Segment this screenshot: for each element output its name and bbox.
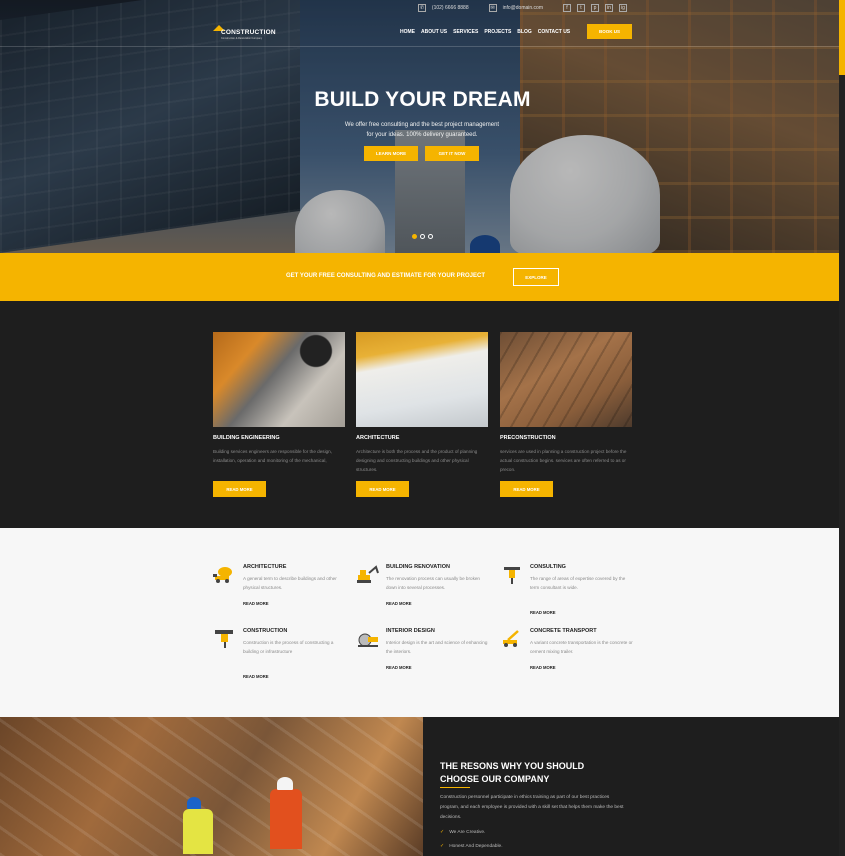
read-more-link[interactable]: READ MORE [386,665,412,670]
feature-text: The renovation process can usually be br… [386,576,480,591]
scrollbar-thumb[interactable] [839,0,845,75]
service-text: Building services engineers are responsi… [213,449,332,463]
service-card-building-engineering: BUILDING ENGINEERING Building services e… [213,332,345,497]
hero-buttons: LEARN MORE GET IT NOW [364,146,479,161]
hero-title: BUILD YOUR DREAM [314,88,531,111]
service-text: Architecture is both the process and the… [356,449,478,472]
feature-title: CONCRETE TRANSPORT [530,628,597,634]
title-underline [440,787,470,788]
feature-title: CONSULTING [530,564,566,570]
service-card-architecture: ARCHITECTURE Architecture is both the pr… [356,332,488,497]
check-icon: ✓ [440,843,445,849]
phone-icon: ✆ [417,4,426,12]
service-image-engineering [213,332,345,427]
read-more-link[interactable]: READ MORE [386,601,412,606]
reason-item: ✓ Honest And Dependable. [440,843,503,849]
worker-vest-orange [270,789,302,849]
logo-text: CONSTRUCTION [221,29,276,36]
nav-blog[interactable]: BLOG [517,29,531,35]
slider-dot-1[interactable] [412,234,417,239]
facebook-icon[interactable]: f [563,4,571,12]
service-title: BUILDING ENGINEERING [213,435,280,441]
service-image-preconstruction [500,332,632,427]
linkedin-icon[interactable]: in [605,4,613,12]
feature-text: Construction is the process of construct… [243,640,334,655]
service-text: services are used in planning a construc… [500,449,627,472]
read-more-link[interactable]: READ MORE [243,674,269,679]
email-link[interactable]: info@domain.com [503,5,543,11]
service-title: ARCHITECTURE [356,435,400,441]
services-section: BUILDING ENGINEERING Building services e… [0,301,839,528]
hero-slider: ✆ (102) 6666 8888 ✉ info@domain.com f t … [0,0,839,253]
nav-about[interactable]: ABOUT US [421,29,447,35]
check-icon: ✓ [440,829,445,835]
excavator-icon [357,565,379,583]
mail-icon: ✉ [488,4,497,12]
phone-number: (102) 6666 8888 [431,5,469,11]
reasons-text: Construction personnel participate in et… [440,795,624,820]
page-scrollbar[interactable] [839,0,845,856]
reasons-section: THE RESONS WHY YOU SHOULD CHOOSE OUR COM… [0,717,839,856]
top-contact-bar: ✆ (102) 6666 8888 ✉ info@domain.com f t … [417,4,627,12]
crane-truck-icon [503,630,519,647]
drill-icon [215,630,233,648]
feature-text: Interior design is the art and science o… [386,640,488,655]
slider-dot-3[interactable] [428,234,433,239]
service-card-preconstruction: PRECONSTRUCTION services are used in pla… [500,332,632,497]
service-title: PRECONSTRUCTION [500,435,556,441]
learn-more-button[interactable]: LEARN MORE [364,146,418,161]
feature-text: A variant concrete transportation is the… [530,640,633,655]
read-more-link[interactable]: READ MORE [530,665,556,670]
hero-subtitle: We offer free consulting and the best pr… [344,122,500,138]
service-image-architecture [356,332,488,427]
concrete-mixer-icon [213,567,232,583]
feature-title: BUILDING RENOVATION [386,564,450,570]
slider-dots [412,234,433,239]
reasons-title: THE RESONS WHY YOU SHOULD CHOOSE OUR COM… [440,761,585,784]
features-section: ARCHITECTURE A general term to describe … [0,528,839,717]
nav-services[interactable]: SERVICES [453,29,478,35]
cta-text: GET YOUR FREE CONSULTING AND ESTIMATE FO… [286,273,486,279]
explore-button[interactable]: EXPLORE [513,268,559,286]
nav-home[interactable]: HOME [400,29,415,35]
twitter-icon[interactable]: t [577,4,585,12]
feature-title: CONSTRUCTION [243,628,288,634]
reason-item: ✓ We Are Creative. [440,829,486,835]
read-more-link[interactable]: READ MORE [530,610,556,615]
slider-dot-2[interactable] [420,234,425,239]
feature-title: INTERIOR DESIGN [386,628,435,634]
nav-divider [0,46,839,47]
nav-projects[interactable]: PROJECTS [484,29,511,35]
worker-helmet-blue [187,797,201,809]
read-more-link[interactable]: READ MORE [243,601,269,606]
worker-helmet-white [277,777,293,790]
book-us-button[interactable]: BOOK US [587,24,632,39]
feature-title: ARCHITECTURE [243,564,287,570]
jackhammer-icon [504,567,520,584]
feature-text: A general term to describe buildings and… [243,576,337,591]
feature-text: The range of areas of expertise covered … [530,576,626,591]
saw-icon [358,633,378,647]
nav-contact[interactable]: CONTACT US [538,29,570,35]
read-more-button[interactable]: READ MORE [213,481,266,497]
pinterest-icon[interactable]: p [591,4,599,12]
worker-vest-yellow [183,809,213,854]
get-it-now-button[interactable]: GET IT NOW [425,146,479,161]
site-logo[interactable]: CONSTRUCTION Construction & Renovation C… [213,25,276,40]
read-more-button[interactable]: READ MORE [356,481,409,497]
instagram-icon[interactable]: ig [619,4,627,12]
logo-tagline: Construction & Renovation Company [221,37,263,40]
consulting-cta-banner: GET YOUR FREE CONSULTING AND ESTIMATE FO… [0,253,839,301]
main-nav: HOME ABOUT US SERVICES PROJECTS BLOG CON… [400,29,570,35]
read-more-button[interactable]: READ MORE [500,481,553,497]
